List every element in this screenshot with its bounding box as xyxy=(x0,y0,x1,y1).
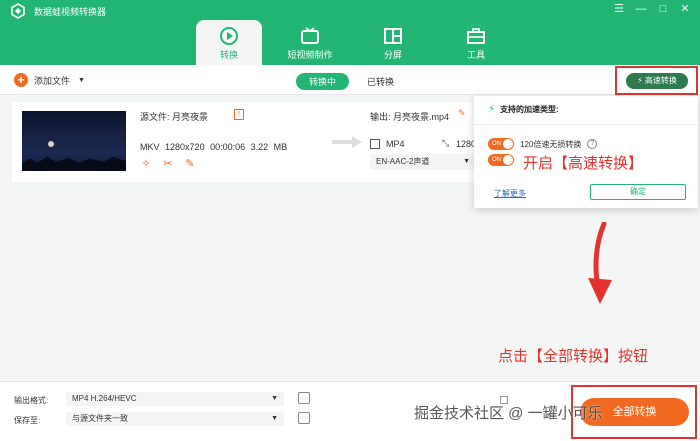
save-to-value: 与源文件夹一致 xyxy=(72,414,128,423)
lossless-toggle[interactable]: ON xyxy=(488,138,514,150)
annotation-convert-all: 点击【全部转换】按钮 xyxy=(498,348,649,365)
resize-icon: ⤡ xyxy=(442,138,450,148)
output-format[interactable]: MP4 xyxy=(386,139,405,149)
nav-tab-label: 短视频制作 xyxy=(287,50,333,60)
file-resolution: 1280x720 xyxy=(165,142,205,152)
nav-tab-convert[interactable]: 转换 xyxy=(196,20,262,65)
divider xyxy=(474,124,698,125)
file-duration: 00:00:06 xyxy=(210,142,246,152)
add-file-label: 添加文件 xyxy=(34,75,71,86)
nav-tab-label: 转换 xyxy=(219,50,238,60)
watermark: 掘金技术社区 @ 一罐小可乐 xyxy=(414,405,603,422)
hardware-toggle[interactable]: ON xyxy=(488,154,514,166)
popup-heading-text: 支持的加速类型: xyxy=(500,105,559,114)
output-format-value: MP4 H.264/HEVC xyxy=(72,394,137,403)
nav-tab-label: 分屏 xyxy=(383,50,402,60)
tree-silhouette xyxy=(22,156,126,171)
chevron-down-icon[interactable]: ▼ xyxy=(78,77,85,84)
bolt-icon: ⚡ xyxy=(488,104,496,115)
nav-tab-tools[interactable]: 工具 xyxy=(443,20,509,65)
popup-heading: ⚡ 支持的加速类型: xyxy=(488,104,559,115)
app-logo-icon xyxy=(11,3,25,19)
toolbar: + 添加文件 ▼ 转换中 已转换 xyxy=(0,65,700,95)
chevron-down-icon: ▼ xyxy=(463,158,470,165)
option-hardware: ON xyxy=(488,154,514,166)
add-file-button[interactable]: + 添加文件 ▼ xyxy=(14,73,85,87)
source-name: 月亮夜景 xyxy=(172,112,209,122)
output-label: 输出: 月亮夜景.mp4 xyxy=(370,110,449,123)
pencil-icon[interactable]: ✎ xyxy=(458,108,466,119)
status-tabs: 转换中 已转换 xyxy=(296,73,394,90)
fast-convert-label: 高速转换 xyxy=(644,76,677,85)
annotation-enable-fast: 开启【高速转换】 xyxy=(523,152,644,173)
arrow-right-icon xyxy=(332,136,362,148)
file-meta: MKV 1280x720 00:00:06 3.22 MB xyxy=(140,142,287,152)
split-screen-icon xyxy=(384,28,402,44)
output-prefix: 输出: xyxy=(370,112,391,122)
learn-more-link[interactable]: 了解更多 xyxy=(494,188,526,199)
minimize-icon[interactable]: — xyxy=(632,1,650,17)
ok-button[interactable]: 确定 xyxy=(590,184,686,200)
tab-converting[interactable]: 转换中 xyxy=(296,73,350,90)
window-controls: ☰ — □ ✕ xyxy=(610,1,694,17)
info-icon[interactable]: ! xyxy=(234,109,244,120)
file-size: 3.22 MB xyxy=(250,142,288,152)
edit-clip-icon[interactable]: ✎ xyxy=(184,158,196,170)
bolt-icon: ⚡ xyxy=(637,76,643,85)
output-format-select[interactable]: MP4 H.264/HEVC ▼ xyxy=(66,392,284,406)
output-name: 月亮夜景.mp4 xyxy=(393,112,450,122)
file-format: MKV xyxy=(140,142,160,152)
nav-tab-label: 工具 xyxy=(466,50,485,60)
close-icon[interactable]: ✕ xyxy=(676,1,694,17)
folder-icon[interactable] xyxy=(298,412,310,424)
save-to-label: 保存至: xyxy=(14,416,41,425)
moon-shape xyxy=(48,141,54,147)
maximize-icon[interactable]: □ xyxy=(654,1,672,17)
enhance-icon[interactable]: ✧ xyxy=(140,158,152,170)
output-format-label: 输出格式: xyxy=(14,396,49,405)
video-thumbnail[interactable] xyxy=(22,111,126,171)
audio-track-value: EN-AAC-2声道 xyxy=(376,157,430,166)
nav-tab-short-video[interactable]: 短视频制作 xyxy=(277,20,343,65)
menu-icon[interactable]: ☰ xyxy=(610,1,628,17)
tv-icon xyxy=(301,27,319,44)
chevron-down-icon: ▼ xyxy=(271,415,278,422)
audio-track-select[interactable]: EN-AAC-2声道 ▼ xyxy=(370,154,474,170)
nav-tab-split-screen[interactable]: 分屏 xyxy=(360,20,426,65)
format-settings-icon[interactable] xyxy=(298,392,310,404)
convert-icon xyxy=(220,27,238,45)
red-arrow-icon xyxy=(588,222,612,304)
title-bar: 数据蛙视频转换器 ☰ — □ ✕ 转换 短视频制作 分屏 工具 xyxy=(0,0,700,65)
format-icon xyxy=(370,139,380,149)
app-title: 数据蛙视频转换器 xyxy=(34,7,107,17)
option-lossless: ON 120倍速无损转换 ? xyxy=(488,138,598,150)
scissors-icon[interactable]: ✂ xyxy=(162,158,174,170)
chevron-down-icon: ▼ xyxy=(271,395,278,402)
fast-convert-highlight: ⚡ 高速转换 xyxy=(615,66,698,95)
source-label: 源文件: xyxy=(140,112,170,122)
plus-icon: + xyxy=(14,73,28,87)
save-to-select[interactable]: 与源文件夹一致 ▼ xyxy=(66,412,284,426)
tab-converted[interactable]: 已转换 xyxy=(367,75,394,88)
option-lossless-label: 120倍速无损转换 xyxy=(520,139,582,149)
toolbox-icon xyxy=(467,28,485,44)
help-icon[interactable]: ? xyxy=(587,139,598,149)
edit-tools: ✧ ✂ ✎ xyxy=(140,158,196,170)
fast-convert-button[interactable]: ⚡ 高速转换 xyxy=(626,73,688,89)
